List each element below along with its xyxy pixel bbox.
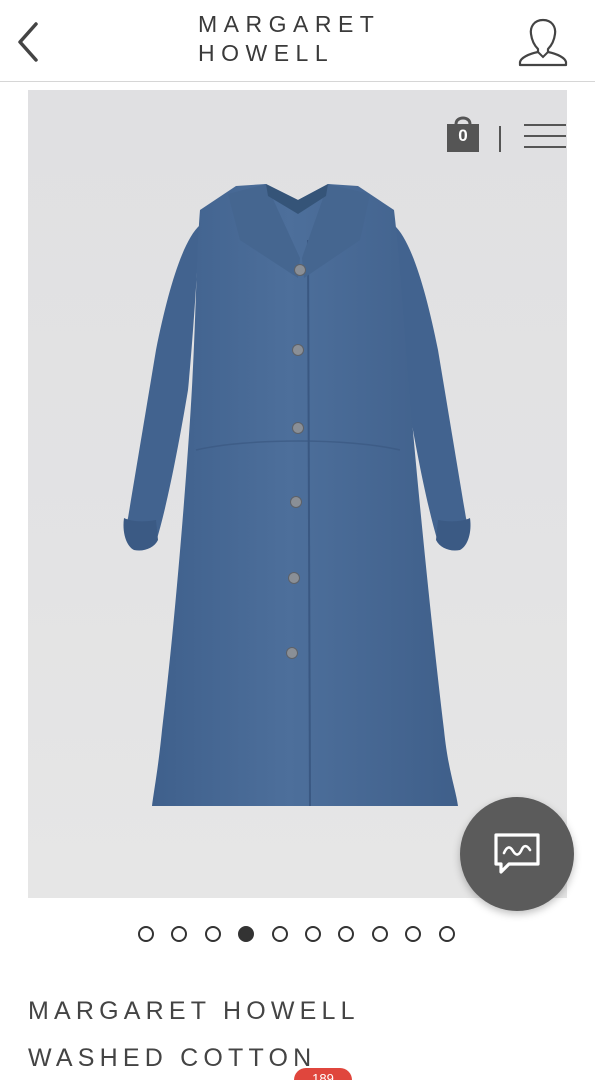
product-image[interactable]: 0 xyxy=(28,90,567,898)
cart-count: 0 xyxy=(458,126,468,145)
menu-button[interactable] xyxy=(524,124,566,154)
user-icon xyxy=(518,18,568,67)
carousel-dot[interactable] xyxy=(271,926,288,942)
carousel-dots xyxy=(138,926,472,944)
back-button[interactable] xyxy=(8,18,48,66)
logo-line-2: HOWELL xyxy=(198,40,335,66)
product-title: MARGARET HOWELL WASHED COTTON xyxy=(28,988,588,1080)
carousel-dot[interactable] xyxy=(371,926,388,942)
chat-button[interactable] xyxy=(460,797,574,911)
coat-illustration xyxy=(123,184,471,807)
top-header: MARGARET HOWELL xyxy=(0,0,595,82)
count-badge: 189 xyxy=(294,1068,352,1080)
carousel-dot[interactable] xyxy=(171,926,188,942)
carousel-dot[interactable] xyxy=(304,926,321,942)
logo-line-1: MARGARET xyxy=(198,11,381,37)
carousel-dot[interactable] xyxy=(138,926,154,942)
product-page: MARGARET HOWELL 0 MARGARET HOWELL WASHED… xyxy=(0,0,595,1080)
cart-button[interactable]: 0 xyxy=(446,112,484,154)
carousel-dot[interactable] xyxy=(204,926,221,942)
carousel-dot[interactable] xyxy=(438,926,455,942)
header-divider xyxy=(499,126,501,152)
brand-logo[interactable]: MARGARET HOWELL xyxy=(198,10,408,68)
chat-bubble-icon xyxy=(494,833,540,874)
chevron-left-icon xyxy=(18,22,38,62)
account-button[interactable] xyxy=(514,14,572,72)
carousel-dot[interactable] xyxy=(238,926,255,942)
hamburger-icon xyxy=(524,124,566,148)
carousel-dot[interactable] xyxy=(338,926,355,942)
carousel-dot[interactable] xyxy=(405,926,422,942)
product-title-line-1: MARGARET HOWELL xyxy=(28,997,360,1025)
